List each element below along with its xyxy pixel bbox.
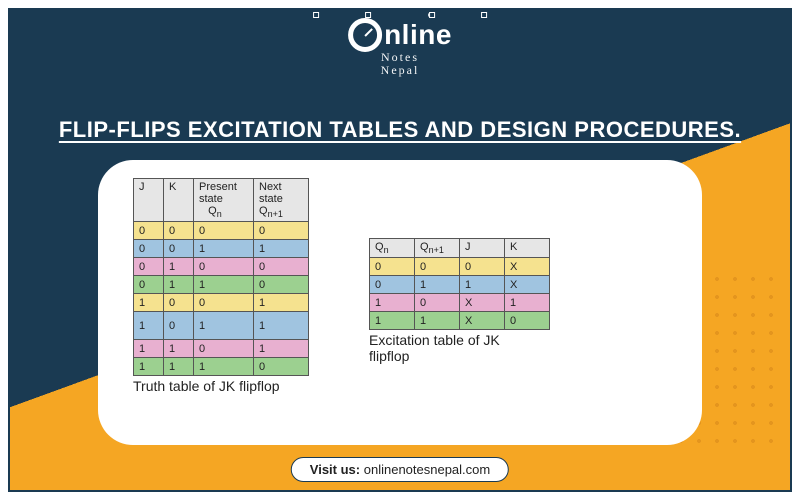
visit-url: onlinenotesnepal.com	[364, 462, 490, 477]
excitation-table-caption: Excitation table of JK flipflop	[369, 332, 550, 364]
table-row: 1001	[134, 294, 309, 312]
table-row: 1011	[134, 312, 309, 340]
page-frame: nline Notes Nepal FLIP-FLIPS EXCITATION …	[8, 8, 792, 492]
tt-header-next: Next state Qn+1	[254, 179, 309, 222]
page-title: FLIP-FLIPS EXCITATION TABLES AND DESIGN …	[10, 117, 790, 143]
excitation-table-section: Qn Qn+1 J K 000X 011X 10X1 11X0 Excitati…	[369, 238, 550, 364]
table-row: 0011	[134, 240, 309, 258]
logo-subtext-2: Nepal	[348, 63, 452, 78]
table-row: 0000	[134, 222, 309, 240]
tt-header-j: J	[134, 179, 164, 222]
logo-text: nline	[384, 19, 452, 51]
table-row: 000X	[370, 258, 550, 276]
excitation-table: Qn Qn+1 J K 000X 011X 10X1 11X0	[369, 238, 550, 330]
et-header-qn: Qn	[370, 239, 415, 258]
et-header-j: J	[460, 239, 505, 258]
table-row: 1101	[134, 340, 309, 358]
tt-header-present: Present state Qn	[194, 179, 254, 222]
brand-logo: nline Notes Nepal	[348, 18, 452, 78]
content-card: J K Present state Qn Next state Qn+1	[98, 160, 702, 445]
table-row: 0110	[134, 276, 309, 294]
visit-link[interactable]: Visit us: onlinenotesnepal.com	[291, 457, 509, 482]
logo-main-text: nline	[348, 18, 452, 52]
table-row: 0100	[134, 258, 309, 276]
tables-container: J K Present state Qn Next state Qn+1	[133, 178, 667, 435]
table-row: 11X0	[370, 312, 550, 330]
table-row: 1110	[134, 358, 309, 376]
et-header-qn1: Qn+1	[415, 239, 460, 258]
visit-label: Visit us:	[310, 462, 360, 477]
et-header-k: K	[505, 239, 550, 258]
truth-table-section: J K Present state Qn Next state Qn+1	[133, 178, 309, 394]
tt-header-k: K	[164, 179, 194, 222]
logo-decorative-markers	[313, 12, 487, 20]
truth-table: J K Present state Qn Next state Qn+1	[133, 178, 309, 376]
table-row: 10X1	[370, 294, 550, 312]
table-row: 011X	[370, 276, 550, 294]
logo-o-icon	[348, 18, 382, 52]
truth-table-caption: Truth table of JK flipflop	[133, 378, 309, 394]
